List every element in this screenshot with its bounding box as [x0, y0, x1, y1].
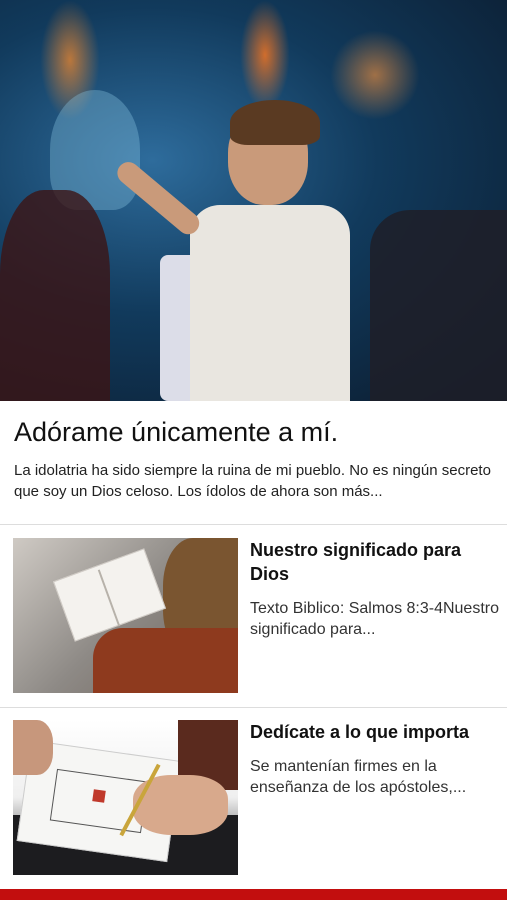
- divider: [0, 707, 507, 708]
- article-excerpt: Se mantenían firmes en la enseñanza de l…: [250, 758, 467, 796]
- crowd-figure: [370, 210, 507, 401]
- article-excerpt: Texto Biblico: Salmos 8:3-4Nuestro signi…: [250, 600, 499, 638]
- divider: [0, 524, 507, 525]
- crowd-figure: [0, 190, 110, 401]
- featured-title[interactable]: Adórame únicamente a mí.: [14, 414, 494, 450]
- reader-sweater: [93, 628, 238, 693]
- hand: [13, 720, 53, 775]
- stage-light: [240, 0, 290, 110]
- featured-excerpt: La idolatria ha sido siempre la ruina de…: [14, 462, 491, 500]
- featured-image[interactable]: [0, 0, 507, 401]
- article-thumbnail[interactable]: [13, 720, 238, 875]
- worshipper-hair: [230, 100, 320, 145]
- worshipper-figure: [190, 205, 350, 401]
- stage-light: [330, 30, 420, 120]
- devotional-feed: Adórame únicamente a mí. La idolatria ha…: [0, 0, 507, 900]
- article-title[interactable]: Dedícate a lo que importa: [250, 720, 500, 744]
- article-title[interactable]: Nuestro significado para Dios: [250, 538, 500, 586]
- sketch-mark: [92, 789, 106, 803]
- article-thumbnail[interactable]: [13, 538, 238, 693]
- accent-bar: [0, 889, 507, 900]
